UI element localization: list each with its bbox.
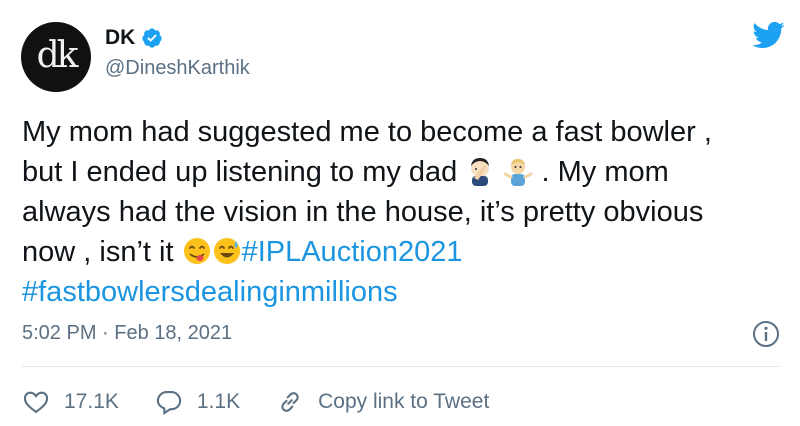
tweet-line-5: #fastbowlersdealinginmillions <box>22 272 782 312</box>
tweet-text: My mom had suggested me to become a fast… <box>22 112 782 312</box>
tweet-line-4: now , isn’t it #IPLAuction2021 <box>22 232 782 272</box>
author-name-row[interactable]: DK <box>105 26 163 50</box>
tweet-line-1: My mom had suggested me to become a fast… <box>22 116 712 148</box>
copy-link-button[interactable]: Copy link to Tweet <box>276 388 489 416</box>
tweet-actions-bar: 17.1K 1.1K Copy link to Tweet <box>22 388 489 416</box>
reply-count: 1.1K <box>196 390 241 413</box>
divider <box>22 366 780 367</box>
tweet-line-2-text-end: . My mom <box>541 156 669 188</box>
hashtag-fast-bowlers-dealing-in-millions[interactable]: #fastbowlersdealinginmillions <box>22 276 398 308</box>
like-button[interactable]: 17.1K <box>22 388 119 416</box>
author-handle[interactable]: @DineshKarthik <box>105 57 250 80</box>
avatar-monogram: dk <box>36 34 79 76</box>
avatar[interactable]: dk <box>21 22 91 92</box>
verified-badge-icon <box>142 28 162 48</box>
reply-button[interactable]: 1.1K <box>155 388 240 416</box>
tweet-line-2-text: but I ended up listening to my dad <box>22 156 458 188</box>
heart-icon <box>23 391 49 414</box>
copy-link-label: Copy link to Tweet <box>318 390 490 413</box>
person-facepalming-emoji <box>471 158 490 186</box>
reply-bubble-icon <box>156 391 182 416</box>
tweet-line-3: always had the vision in the house, it’s… <box>22 196 704 228</box>
hashtag-ipl-auction-2021[interactable]: #IPLAuction2021 <box>242 236 463 268</box>
link-icon <box>281 392 299 412</box>
person-shrugging-emoji <box>503 159 533 186</box>
tweet-line-4-text: now , isn’t it <box>22 236 174 268</box>
info-icon[interactable] <box>752 320 780 348</box>
tweet-timestamp[interactable]: 5:02 PM · Feb 18, 2021 <box>22 322 232 345</box>
tweet-line-2: but I ended up listening to my dad . My … <box>22 152 782 192</box>
twitter-bird-icon[interactable] <box>748 18 788 52</box>
grinning-face-with-sweat-emoji <box>213 238 240 264</box>
face-savoring-food-emoji <box>183 238 210 264</box>
like-count: 17.1K <box>64 390 119 413</box>
author-display-name[interactable]: DK <box>105 26 135 50</box>
